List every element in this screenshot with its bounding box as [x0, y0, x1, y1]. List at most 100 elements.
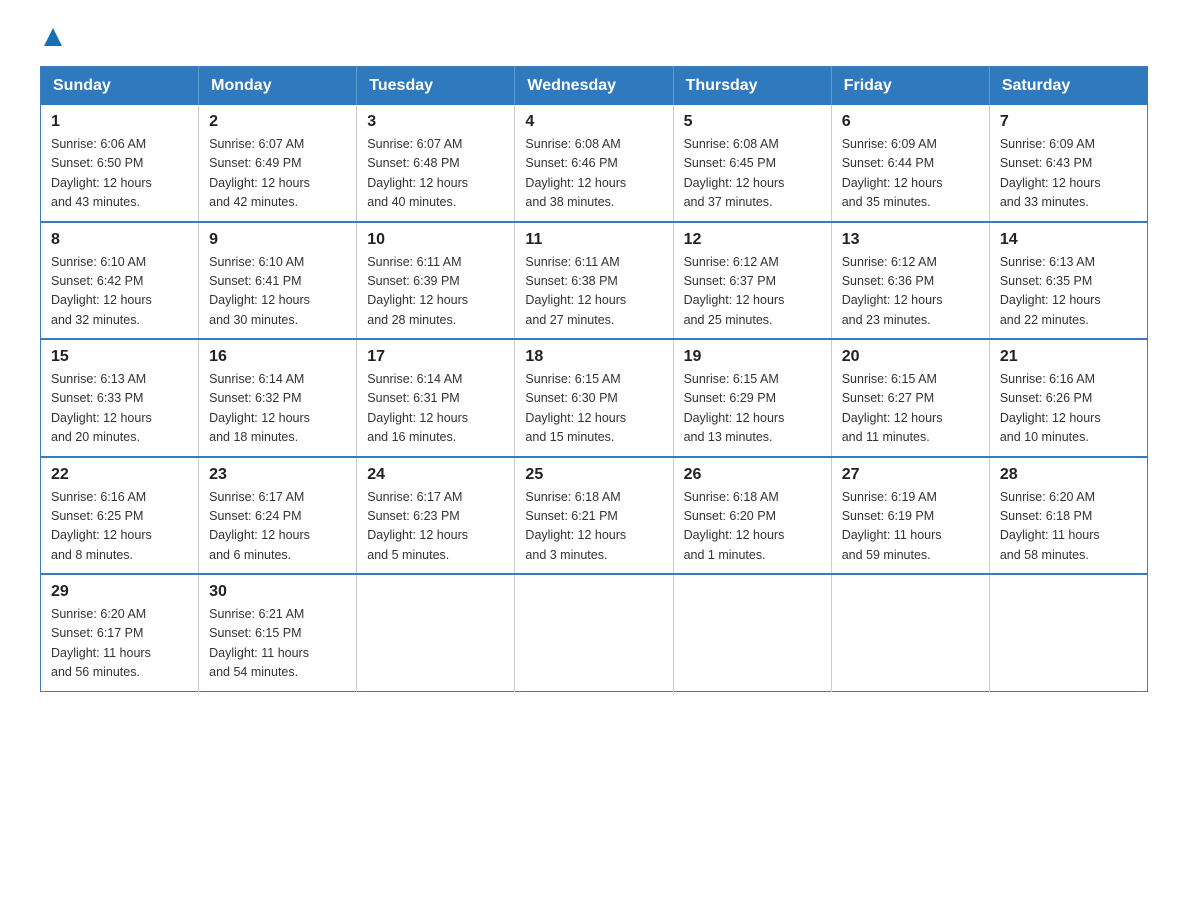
day-info: Sunrise: 6:16 AMSunset: 6:25 PMDaylight:…: [51, 490, 152, 562]
day-info: Sunrise: 6:17 AMSunset: 6:23 PMDaylight:…: [367, 490, 468, 562]
day-info: Sunrise: 6:10 AMSunset: 6:41 PMDaylight:…: [209, 255, 310, 327]
day-number: 15: [51, 348, 188, 366]
calendar-week-row: 22 Sunrise: 6:16 AMSunset: 6:25 PMDaylig…: [41, 457, 1148, 575]
calendar-cell: 15 Sunrise: 6:13 AMSunset: 6:33 PMDaylig…: [41, 339, 199, 457]
day-number: 3: [367, 113, 504, 131]
calendar-cell: 8 Sunrise: 6:10 AMSunset: 6:42 PMDayligh…: [41, 222, 199, 340]
calendar-table: SundayMondayTuesdayWednesdayThursdayFrid…: [40, 66, 1148, 692]
calendar-cell: 24 Sunrise: 6:17 AMSunset: 6:23 PMDaylig…: [357, 457, 515, 575]
day-info: Sunrise: 6:21 AMSunset: 6:15 PMDaylight:…: [209, 607, 309, 679]
calendar-week-row: 1 Sunrise: 6:06 AMSunset: 6:50 PMDayligh…: [41, 105, 1148, 222]
day-info: Sunrise: 6:19 AMSunset: 6:19 PMDaylight:…: [842, 490, 942, 562]
calendar-cell: 26 Sunrise: 6:18 AMSunset: 6:20 PMDaylig…: [673, 457, 831, 575]
day-number: 7: [1000, 113, 1137, 131]
day-info: Sunrise: 6:09 AMSunset: 6:43 PMDaylight:…: [1000, 137, 1101, 209]
day-number: 18: [525, 348, 662, 366]
calendar-cell: 30 Sunrise: 6:21 AMSunset: 6:15 PMDaylig…: [199, 574, 357, 691]
logo: [40, 30, 62, 46]
day-info: Sunrise: 6:17 AMSunset: 6:24 PMDaylight:…: [209, 490, 310, 562]
calendar-cell: 13 Sunrise: 6:12 AMSunset: 6:36 PMDaylig…: [831, 222, 989, 340]
weekday-header-wednesday: Wednesday: [515, 67, 673, 106]
day-number: 22: [51, 466, 188, 484]
calendar-cell: 14 Sunrise: 6:13 AMSunset: 6:35 PMDaylig…: [989, 222, 1147, 340]
calendar-cell: 28 Sunrise: 6:20 AMSunset: 6:18 PMDaylig…: [989, 457, 1147, 575]
calendar-cell: 18 Sunrise: 6:15 AMSunset: 6:30 PMDaylig…: [515, 339, 673, 457]
weekday-header-monday: Monday: [199, 67, 357, 106]
day-info: Sunrise: 6:11 AMSunset: 6:38 PMDaylight:…: [525, 255, 626, 327]
day-number: 28: [1000, 466, 1137, 484]
day-info: Sunrise: 6:13 AMSunset: 6:33 PMDaylight:…: [51, 372, 152, 444]
calendar-cell: 19 Sunrise: 6:15 AMSunset: 6:29 PMDaylig…: [673, 339, 831, 457]
day-info: Sunrise: 6:14 AMSunset: 6:32 PMDaylight:…: [209, 372, 310, 444]
calendar-cell: 7 Sunrise: 6:09 AMSunset: 6:43 PMDayligh…: [989, 105, 1147, 222]
calendar-cell: 11 Sunrise: 6:11 AMSunset: 6:38 PMDaylig…: [515, 222, 673, 340]
day-info: Sunrise: 6:08 AMSunset: 6:46 PMDaylight:…: [525, 137, 626, 209]
calendar-cell: 29 Sunrise: 6:20 AMSunset: 6:17 PMDaylig…: [41, 574, 199, 691]
day-number: 9: [209, 231, 346, 249]
day-number: 10: [367, 231, 504, 249]
calendar-cell: 23 Sunrise: 6:17 AMSunset: 6:24 PMDaylig…: [199, 457, 357, 575]
day-info: Sunrise: 6:12 AMSunset: 6:36 PMDaylight:…: [842, 255, 943, 327]
day-number: 30: [209, 583, 346, 601]
day-info: Sunrise: 6:13 AMSunset: 6:35 PMDaylight:…: [1000, 255, 1101, 327]
calendar-cell: [357, 574, 515, 691]
day-number: 25: [525, 466, 662, 484]
day-number: 27: [842, 466, 979, 484]
calendar-header: SundayMondayTuesdayWednesdayThursdayFrid…: [41, 67, 1148, 106]
calendar-cell: 6 Sunrise: 6:09 AMSunset: 6:44 PMDayligh…: [831, 105, 989, 222]
day-number: 1: [51, 113, 188, 131]
calendar-cell: [831, 574, 989, 691]
day-info: Sunrise: 6:18 AMSunset: 6:20 PMDaylight:…: [684, 490, 785, 562]
day-info: Sunrise: 6:10 AMSunset: 6:42 PMDaylight:…: [51, 255, 152, 327]
calendar-cell: 25 Sunrise: 6:18 AMSunset: 6:21 PMDaylig…: [515, 457, 673, 575]
calendar-cell: 4 Sunrise: 6:08 AMSunset: 6:46 PMDayligh…: [515, 105, 673, 222]
day-info: Sunrise: 6:15 AMSunset: 6:29 PMDaylight:…: [684, 372, 785, 444]
day-number: 5: [684, 113, 821, 131]
day-number: 20: [842, 348, 979, 366]
day-number: 13: [842, 231, 979, 249]
calendar-cell: [989, 574, 1147, 691]
day-info: Sunrise: 6:20 AMSunset: 6:18 PMDaylight:…: [1000, 490, 1100, 562]
day-number: 16: [209, 348, 346, 366]
day-info: Sunrise: 6:11 AMSunset: 6:39 PMDaylight:…: [367, 255, 468, 327]
calendar-cell: 5 Sunrise: 6:08 AMSunset: 6:45 PMDayligh…: [673, 105, 831, 222]
calendar-cell: 2 Sunrise: 6:07 AMSunset: 6:49 PMDayligh…: [199, 105, 357, 222]
day-info: Sunrise: 6:06 AMSunset: 6:50 PMDaylight:…: [51, 137, 152, 209]
page-header: [40, 30, 1148, 46]
calendar-cell: 16 Sunrise: 6:14 AMSunset: 6:32 PMDaylig…: [199, 339, 357, 457]
calendar-cell: 10 Sunrise: 6:11 AMSunset: 6:39 PMDaylig…: [357, 222, 515, 340]
weekday-header-row: SundayMondayTuesdayWednesdayThursdayFrid…: [41, 67, 1148, 106]
calendar-cell: 9 Sunrise: 6:10 AMSunset: 6:41 PMDayligh…: [199, 222, 357, 340]
day-number: 17: [367, 348, 504, 366]
day-number: 21: [1000, 348, 1137, 366]
day-number: 14: [1000, 231, 1137, 249]
day-info: Sunrise: 6:18 AMSunset: 6:21 PMDaylight:…: [525, 490, 626, 562]
day-number: 4: [525, 113, 662, 131]
day-number: 19: [684, 348, 821, 366]
calendar-cell: 17 Sunrise: 6:14 AMSunset: 6:31 PMDaylig…: [357, 339, 515, 457]
day-info: Sunrise: 6:16 AMSunset: 6:26 PMDaylight:…: [1000, 372, 1101, 444]
calendar-cell: 21 Sunrise: 6:16 AMSunset: 6:26 PMDaylig…: [989, 339, 1147, 457]
day-number: 26: [684, 466, 821, 484]
day-info: Sunrise: 6:08 AMSunset: 6:45 PMDaylight:…: [684, 137, 785, 209]
calendar-cell: 22 Sunrise: 6:16 AMSunset: 6:25 PMDaylig…: [41, 457, 199, 575]
day-info: Sunrise: 6:12 AMSunset: 6:37 PMDaylight:…: [684, 255, 785, 327]
calendar-week-row: 29 Sunrise: 6:20 AMSunset: 6:17 PMDaylig…: [41, 574, 1148, 691]
day-info: Sunrise: 6:15 AMSunset: 6:27 PMDaylight:…: [842, 372, 943, 444]
day-number: 11: [525, 231, 662, 249]
day-info: Sunrise: 6:07 AMSunset: 6:49 PMDaylight:…: [209, 137, 310, 209]
calendar-cell: 3 Sunrise: 6:07 AMSunset: 6:48 PMDayligh…: [357, 105, 515, 222]
calendar-body: 1 Sunrise: 6:06 AMSunset: 6:50 PMDayligh…: [41, 105, 1148, 691]
day-info: Sunrise: 6:14 AMSunset: 6:31 PMDaylight:…: [367, 372, 468, 444]
weekday-header-saturday: Saturday: [989, 67, 1147, 106]
day-number: 29: [51, 583, 188, 601]
day-info: Sunrise: 6:09 AMSunset: 6:44 PMDaylight:…: [842, 137, 943, 209]
day-number: 23: [209, 466, 346, 484]
calendar-cell: [515, 574, 673, 691]
weekday-header-sunday: Sunday: [41, 67, 199, 106]
day-number: 24: [367, 466, 504, 484]
calendar-week-row: 15 Sunrise: 6:13 AMSunset: 6:33 PMDaylig…: [41, 339, 1148, 457]
day-info: Sunrise: 6:20 AMSunset: 6:17 PMDaylight:…: [51, 607, 151, 679]
day-number: 2: [209, 113, 346, 131]
calendar-cell: 12 Sunrise: 6:12 AMSunset: 6:37 PMDaylig…: [673, 222, 831, 340]
